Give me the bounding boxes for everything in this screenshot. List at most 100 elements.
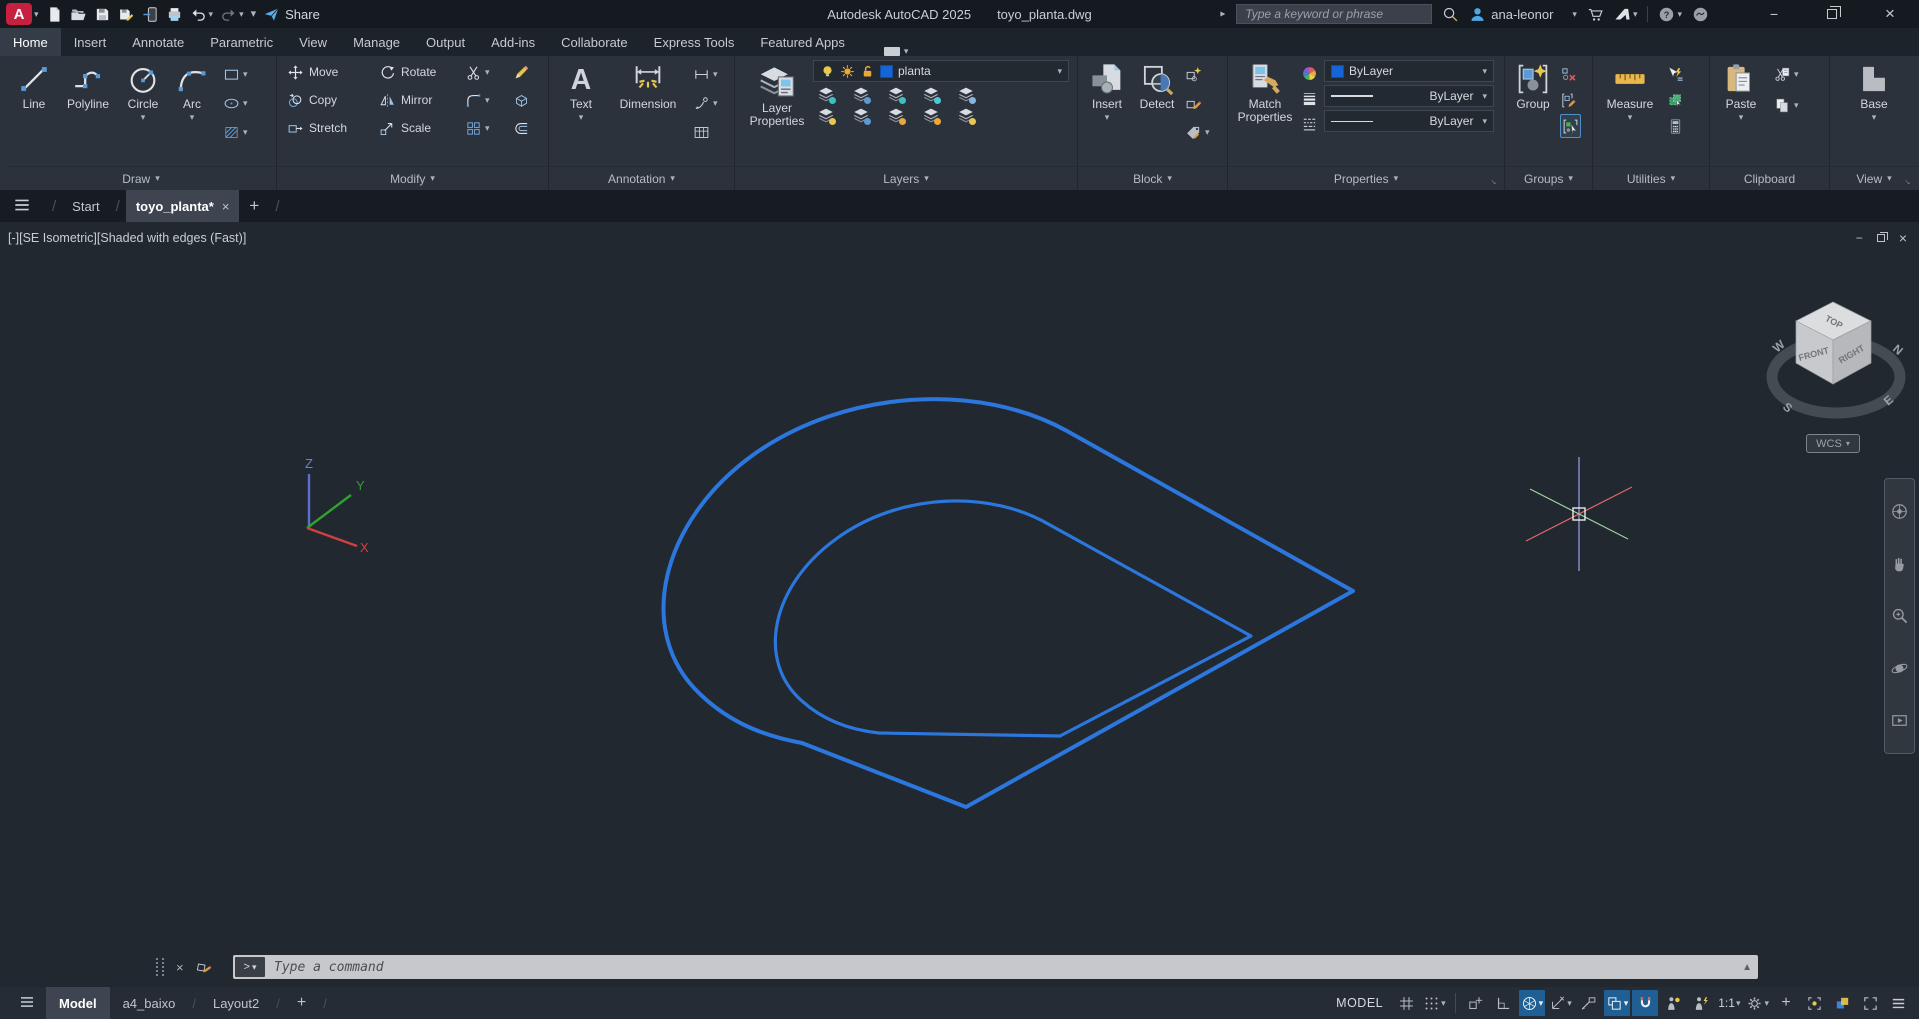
table-button[interactable] xyxy=(693,120,718,145)
command-line-close-icon[interactable]: × xyxy=(176,960,184,975)
panel-label-layers[interactable]: Layers ▾ xyxy=(735,166,1077,190)
chevron-down-icon[interactable]: ▾ xyxy=(1794,70,1799,79)
panel-label-modify[interactable]: Modify ▾ xyxy=(277,166,548,190)
copy-clip-button[interactable]: ▾ xyxy=(1774,93,1799,118)
chevron-down-icon[interactable]: ▾ xyxy=(1539,998,1544,1008)
chevron-down-icon[interactable]: ▾ xyxy=(485,67,490,77)
tab-manage[interactable]: Manage xyxy=(340,28,413,56)
viewcube[interactable]: W N S E TOP FRONT RIGHT xyxy=(1766,301,1906,419)
chevron-down-icon[interactable]: ▾ xyxy=(1441,998,1446,1008)
chevron-down-icon[interactable]: ▾ xyxy=(1482,116,1487,126)
cut-button[interactable]: ▾ xyxy=(1774,62,1799,87)
chevron-down-icon[interactable]: ▾ xyxy=(1624,998,1629,1008)
user-account-button[interactable]: ana-leonor ▾ xyxy=(1469,6,1577,23)
tab-view[interactable]: View xyxy=(286,28,340,56)
outer-polyline[interactable] xyxy=(661,397,1355,809)
annotation-monitor-button[interactable]: + xyxy=(1773,990,1799,1016)
stretch-button[interactable]: Stretch xyxy=(287,115,379,141)
autodesk-access-button[interactable]: ▾ xyxy=(1614,6,1638,23)
quick-calculator-button[interactable] xyxy=(1667,114,1684,138)
create-block-button[interactable] xyxy=(1185,62,1210,87)
chevron-down-icon[interactable]: ▾ xyxy=(1633,9,1638,19)
tab-annotate[interactable]: Annotate xyxy=(119,28,197,56)
chevron-down-icon[interactable]: ▾ xyxy=(579,113,584,122)
save-as-icon[interactable] xyxy=(118,6,135,23)
linear-dimension-button[interactable]: ▾ xyxy=(693,62,718,87)
graphics-performance-button[interactable] xyxy=(1829,990,1855,1016)
show-motion-icon[interactable] xyxy=(1890,711,1909,730)
customization-button[interactable] xyxy=(1885,990,1911,1016)
layer-color-swatch[interactable] xyxy=(880,64,893,78)
window-minimize-button[interactable]: − xyxy=(1745,0,1803,28)
model-space-indicator[interactable]: MODEL xyxy=(1336,996,1383,1010)
layer-thaw-all-button[interactable] xyxy=(887,106,906,125)
new-layout-button[interactable]: + xyxy=(284,987,319,1019)
chevron-down-icon[interactable]: ▾ xyxy=(713,70,718,79)
search-expand-icon[interactable]: ▾ xyxy=(1218,11,1229,16)
chevron-down-icon[interactable]: ▾ xyxy=(1764,998,1769,1008)
ucs-icon[interactable]: Z Y X xyxy=(305,456,369,555)
text-button[interactable]: Text ▾ xyxy=(559,59,603,166)
hatch-button[interactable]: ▾ xyxy=(223,120,248,145)
copy-button[interactable]: Copy xyxy=(287,87,379,113)
mirror-button[interactable]: Mirror xyxy=(379,87,465,113)
layer-unlock-icon[interactable] xyxy=(860,64,875,79)
chevron-down-icon[interactable]: ▾ xyxy=(243,99,248,108)
command-line-drag-handle[interactable] xyxy=(156,958,164,976)
app-menu-button[interactable]: A ▾ xyxy=(6,3,39,25)
dialog-launcher-icon[interactable]: → xyxy=(1902,174,1915,187)
plot-icon[interactable] xyxy=(166,6,183,23)
window-restore-button[interactable] xyxy=(1803,0,1861,28)
selection-cycling-toggle[interactable]: ▾ xyxy=(1603,990,1631,1016)
close-tab-icon[interactable]: × xyxy=(222,199,230,214)
layer-dropdown[interactable]: planta ▾ xyxy=(813,60,1069,82)
chevron-down-icon[interactable]: ▾ xyxy=(1872,113,1877,122)
model-tab[interactable]: Model xyxy=(46,987,110,1019)
annotation-visibility-toggle[interactable] xyxy=(1660,990,1686,1016)
group-edit-button[interactable] xyxy=(1560,88,1581,112)
dialog-launcher-icon[interactable]: → xyxy=(1488,174,1501,187)
help-button[interactable]: ▾ xyxy=(1658,6,1682,23)
snap-mode-toggle[interactable]: ▾ xyxy=(1421,990,1448,1016)
chevron-down-icon[interactable]: ▾ xyxy=(485,123,490,133)
edit-attributes-button[interactable]: ▾ xyxy=(1185,120,1210,145)
chevron-down-icon[interactable]: ▾ xyxy=(239,9,244,19)
orbit-icon[interactable] xyxy=(1890,659,1909,678)
layer-match-button[interactable] xyxy=(957,106,976,125)
new-file-icon[interactable] xyxy=(46,6,63,23)
match-properties-button[interactable]: Match Properties xyxy=(1235,59,1295,166)
tab-home[interactable]: Home xyxy=(0,28,61,56)
new-drawing-tab-button[interactable]: + xyxy=(239,196,269,216)
measure-button[interactable]: Measure ▾ xyxy=(1601,59,1659,166)
command-history-icon[interactable]: ▲ xyxy=(1742,962,1752,973)
quick-select-button[interactable] xyxy=(1667,62,1684,86)
erase-button[interactable] xyxy=(513,60,530,85)
panel-label-draw[interactable]: Draw ▾ xyxy=(6,166,276,190)
layer-isolate-button[interactable] xyxy=(852,85,871,104)
polyline-button[interactable]: Polyline xyxy=(61,59,115,166)
redo-button[interactable]: ▾ xyxy=(220,6,244,23)
navigation-wheel-icon[interactable] xyxy=(1890,502,1909,521)
search-input[interactable] xyxy=(1236,4,1433,24)
chevron-down-icon[interactable]: ▾ xyxy=(1482,66,1487,76)
fillet-button[interactable]: ▾ xyxy=(465,88,513,113)
drawing-geometry[interactable] xyxy=(661,397,1355,809)
group-button[interactable]: Group xyxy=(1510,59,1556,166)
object-snap-toggle[interactable] xyxy=(1632,990,1659,1016)
search-icon[interactable] xyxy=(1442,6,1459,23)
layer-freeze-button[interactable] xyxy=(887,85,906,104)
layer-unlock-button[interactable] xyxy=(922,106,941,125)
lineweight-dropdown[interactable]: ByLayer ▾ xyxy=(1324,85,1494,107)
layout-tab-a4-baixo[interactable]: a4_baixo xyxy=(110,987,189,1019)
offset-button[interactable] xyxy=(513,116,530,141)
chevron-down-icon[interactable]: ▾ xyxy=(1794,101,1799,110)
autodesk-assistant-icon[interactable] xyxy=(1692,6,1709,23)
chevron-down-icon[interactable]: ▾ xyxy=(1572,9,1577,19)
share-button[interactable]: Share xyxy=(263,6,320,23)
isolate-objects-button[interactable] xyxy=(1801,990,1827,1016)
object-snap-tracking-toggle[interactable]: ▾ xyxy=(1547,990,1574,1016)
rectangle-button[interactable]: ▾ xyxy=(223,62,248,87)
command-prompt-icon[interactable]: > ▾ xyxy=(235,957,265,977)
tab-featured-apps[interactable]: Featured Apps xyxy=(747,28,858,56)
chevron-down-icon[interactable]: ▾ xyxy=(485,95,490,105)
